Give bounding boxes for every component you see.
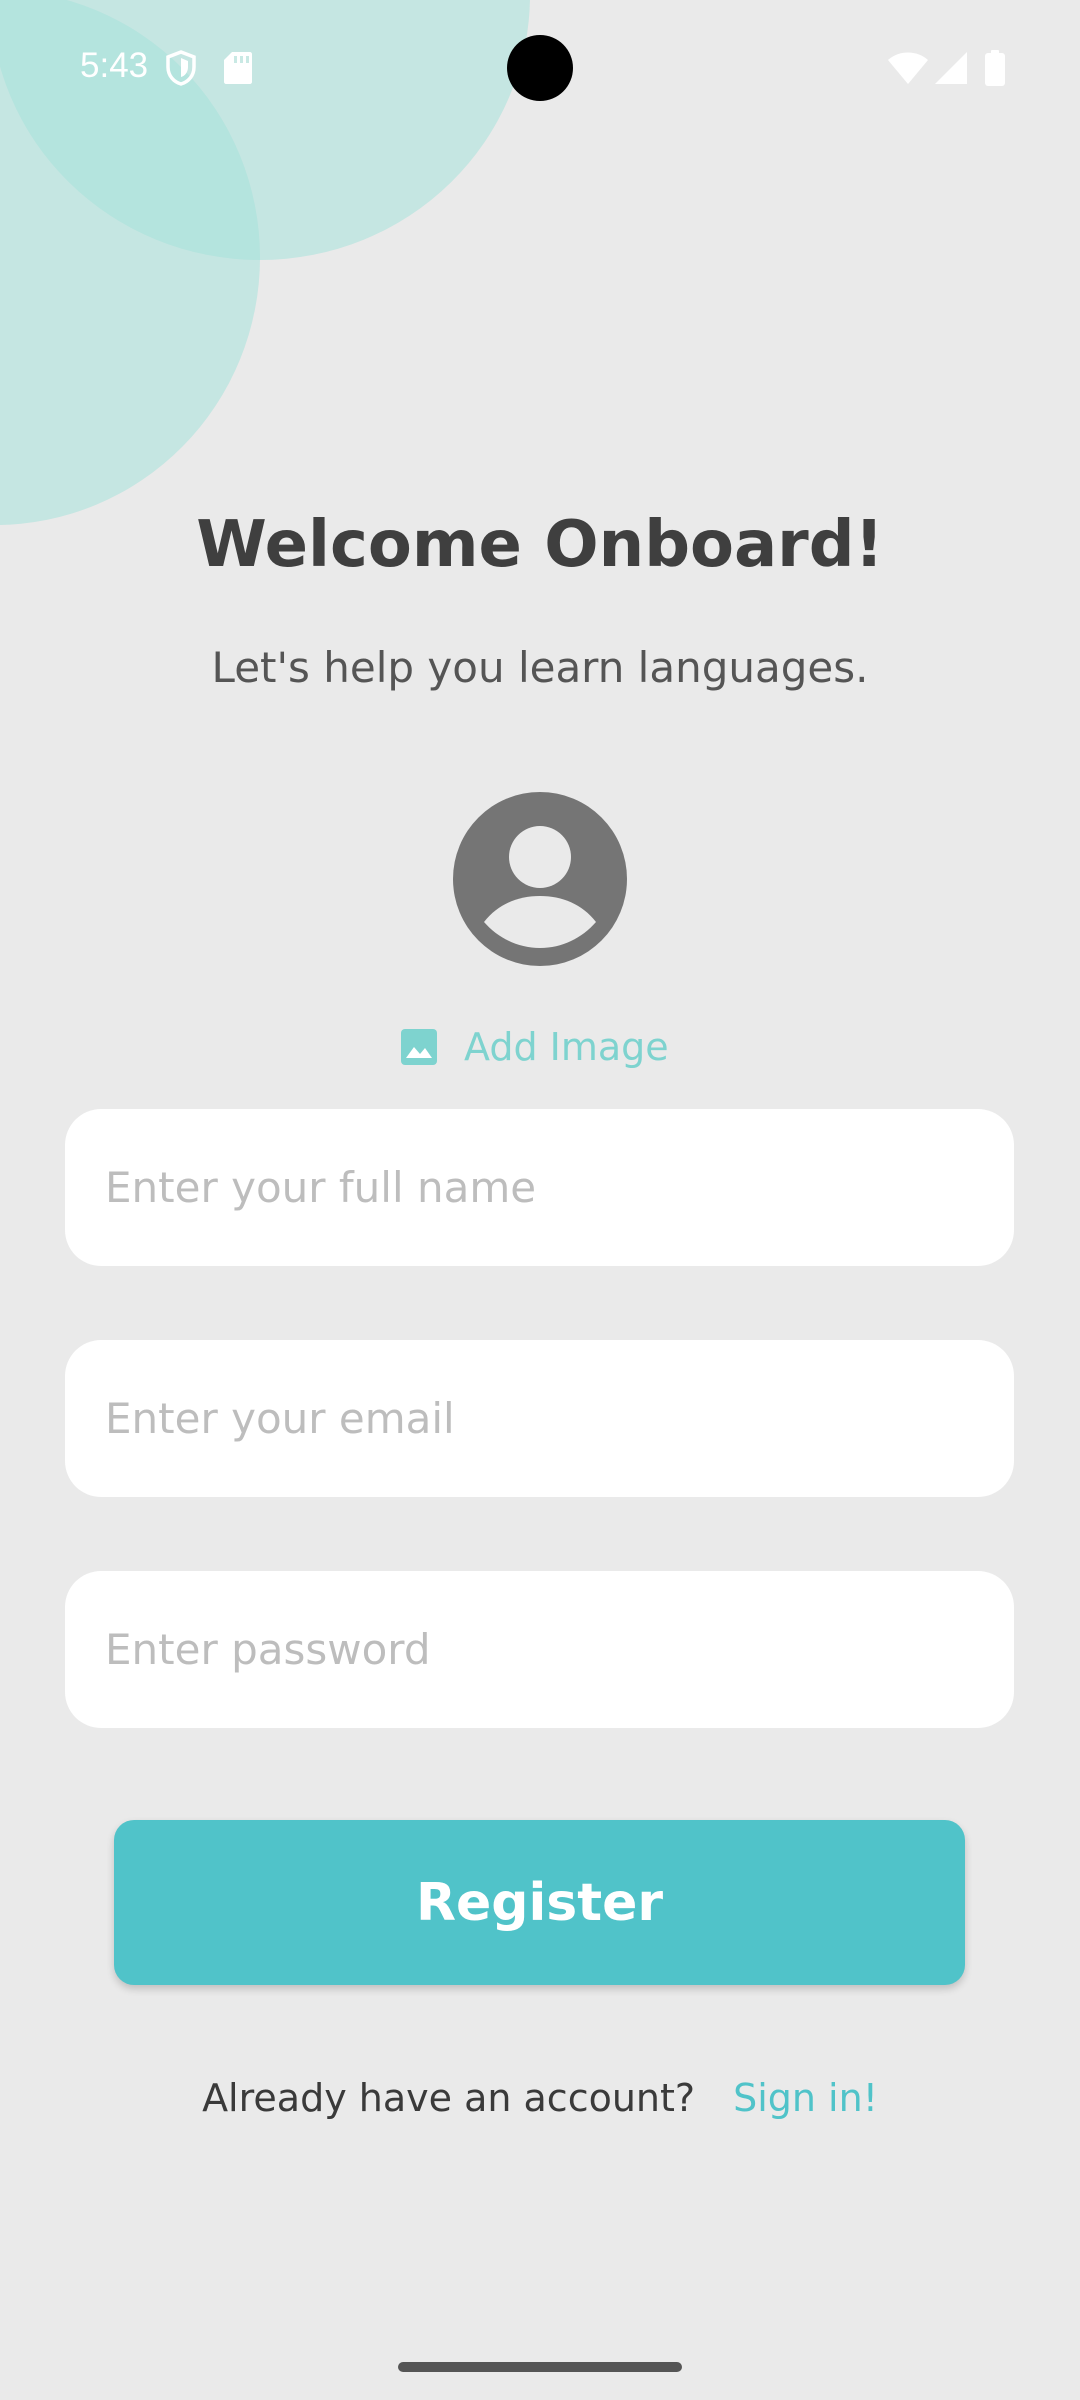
add-image-label: Add Image xyxy=(464,1025,669,1069)
status-bar: 5:43 xyxy=(0,0,1080,135)
sd-card-icon xyxy=(224,52,252,84)
register-screen: 5:43 Welcome Onboard! Let's help you lea… xyxy=(0,0,1080,2400)
home-indicator[interactable] xyxy=(398,2362,682,2372)
full-name-input[interactable] xyxy=(65,1109,1014,1266)
shield-icon xyxy=(166,50,196,86)
status-time: 5:43 xyxy=(80,46,149,85)
image-icon xyxy=(401,1029,437,1065)
page-title: Welcome Onboard! xyxy=(196,508,884,582)
account-circle-icon[interactable] xyxy=(453,792,627,966)
page-subtitle: Let's help you learn languages. xyxy=(211,643,869,692)
password-input[interactable] xyxy=(65,1571,1014,1728)
signin-link[interactable]: Sign in! xyxy=(733,2076,878,2120)
front-camera-cutout xyxy=(507,35,573,101)
cellular-signal-icon xyxy=(935,52,967,84)
signin-row: Already have an account? Sign in! xyxy=(0,2070,1080,2126)
register-button[interactable]: Register xyxy=(114,1820,965,1985)
battery-icon xyxy=(985,50,1005,86)
wifi-icon xyxy=(888,52,928,84)
email-input[interactable] xyxy=(65,1340,1014,1497)
signin-prompt: Already have an account? xyxy=(202,2076,696,2120)
add-image-button[interactable]: Add Image xyxy=(400,1020,669,1074)
